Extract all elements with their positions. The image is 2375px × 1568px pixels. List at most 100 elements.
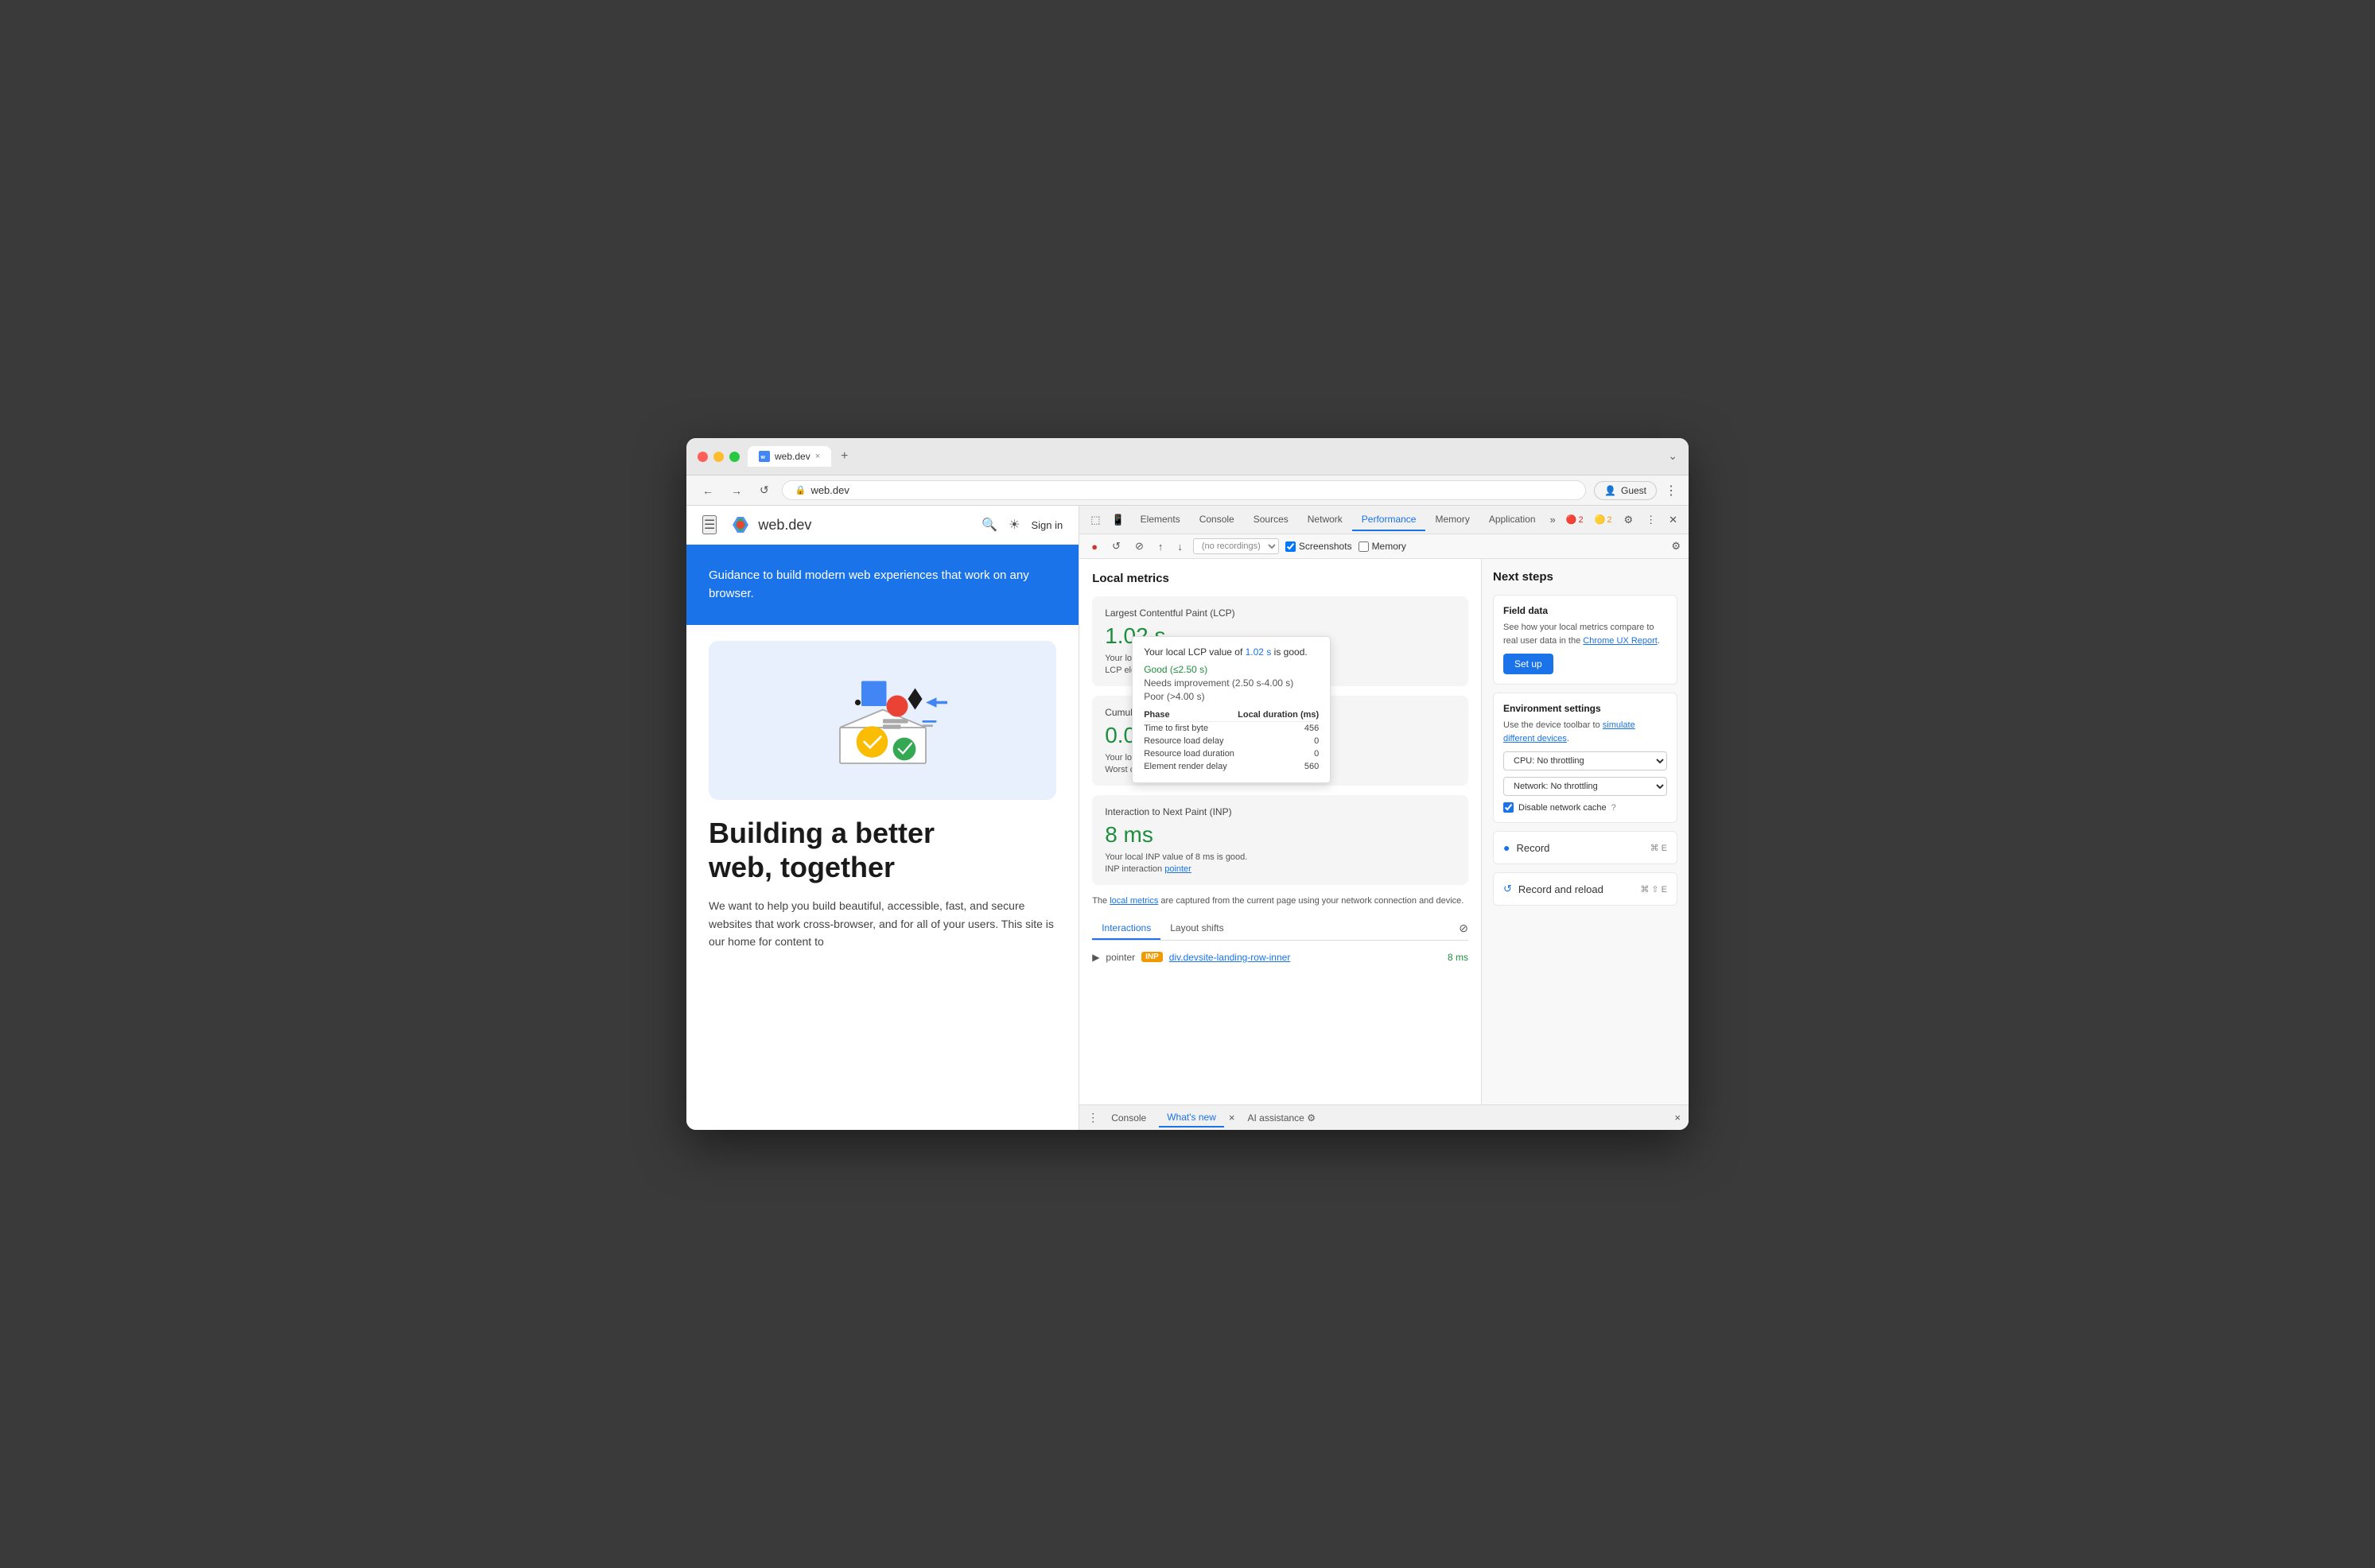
interaction-row: ▶ pointer INP div.devsite-landing-row-in…: [1092, 947, 1468, 968]
network-select[interactable]: Network: No throttling: [1503, 777, 1667, 796]
hamburger-button[interactable]: ☰: [702, 515, 717, 534]
profile-button[interactable]: 👤 Guest: [1594, 481, 1657, 500]
inp-badge: INP: [1141, 952, 1163, 962]
devtools-device-button[interactable]: 📱: [1106, 510, 1129, 530]
cpu-select[interactable]: CPU: No throttling: [1503, 751, 1667, 770]
screenshots-checkbox[interactable]: [1285, 541, 1296, 552]
devtools-inspect-button[interactable]: ⬚: [1086, 510, 1105, 530]
close-button[interactable]: [698, 452, 708, 462]
memory-checkbox[interactable]: [1359, 541, 1369, 552]
window-chevron-button[interactable]: ⌄: [1668, 449, 1677, 463]
secure-icon: 🔒: [795, 485, 807, 495]
devtools-close-button[interactable]: ✕: [1664, 510, 1682, 530]
inp-desc: Your local INP value of 8 ms is good.: [1105, 852, 1456, 862]
search-icon[interactable]: 🔍: [981, 517, 997, 533]
record-perf-button[interactable]: ●: [1087, 538, 1102, 555]
settings-button[interactable]: ⚙: [1619, 510, 1638, 530]
bottom-close-all-button[interactable]: ×: [1674, 1112, 1681, 1124]
inp-element: INP interaction pointer: [1105, 864, 1456, 874]
devtools-more-button[interactable]: ⋮: [1641, 510, 1661, 530]
simulate-devices-link[interactable]: simulate different devices: [1503, 720, 1635, 743]
tab-network[interactable]: Network: [1298, 509, 1352, 531]
tooltip-row-erd: Element render delay560: [1144, 760, 1319, 773]
tooltip-title: Your local LCP value of 1.02 s is good.: [1144, 646, 1319, 658]
main-content: ☰ web.dev 🔍 ☀ Sign in Guidance t: [686, 506, 1689, 1130]
record-reload-card[interactable]: ↺ Record and reload ⌘ ⇧ E: [1493, 872, 1677, 906]
more-tabs-button[interactable]: »: [1545, 510, 1561, 529]
maximize-button[interactable]: [729, 452, 740, 462]
tab-performance[interactable]: Performance: [1352, 509, 1426, 531]
devtools-tabs: Elements Console Sources Network Perform…: [1131, 509, 1561, 531]
site-illustration: [709, 641, 1056, 800]
theme-icon[interactable]: ☀: [1009, 517, 1020, 533]
tab-bar: w web.dev × +: [748, 446, 1660, 467]
clear-perf-button[interactable]: ⊘: [1131, 538, 1148, 555]
interaction-element-link[interactable]: div.devsite-landing-row-inner: [1169, 952, 1441, 963]
bottom-menu-button[interactable]: ⋮: [1087, 1111, 1098, 1124]
perf-settings-button[interactable]: ⚙: [1671, 540, 1681, 553]
record-reload-shortcut: ⌘ ⇧ E: [1640, 884, 1667, 895]
record-card[interactable]: ● Record ⌘ E: [1493, 831, 1677, 864]
back-button[interactable]: ←: [698, 483, 718, 499]
record-shortcut: ⌘ E: [1650, 843, 1667, 853]
site-body-text: We want to help you build beautiful, acc…: [686, 897, 1079, 950]
cache-help-icon[interactable]: ?: [1611, 803, 1616, 813]
tooltip-row-rld: Resource load delay0: [1144, 735, 1319, 747]
recordings-select[interactable]: (no recordings): [1193, 538, 1279, 554]
address-input[interactable]: 🔒 web.dev: [782, 480, 1586, 500]
whats-new-close-button[interactable]: ×: [1229, 1112, 1235, 1124]
reload-perf-button[interactable]: ↺: [1108, 538, 1125, 555]
sign-in-button[interactable]: Sign in: [1031, 519, 1063, 531]
window-controls: ⌄: [1668, 449, 1677, 464]
devtools-area: ⬚ 📱 Elements Console Sources Network Per…: [1079, 506, 1689, 1130]
env-settings: CPU: No throttling Network: No throttlin…: [1503, 751, 1667, 813]
svg-text:w: w: [760, 455, 766, 460]
record-reload-label: Record and reload: [1518, 883, 1634, 895]
bottom-whats-new-tab[interactable]: What's new: [1159, 1108, 1224, 1127]
title-bar: w web.dev × + ⌄: [686, 438, 1689, 475]
tab-console[interactable]: Console: [1190, 509, 1244, 531]
interactions-tab[interactable]: Interactions: [1092, 918, 1160, 940]
tooltip-col-duration: Local duration (ms): [1236, 708, 1319, 722]
bottom-console-tab[interactable]: Console: [1103, 1109, 1154, 1127]
minimize-button[interactable]: [713, 452, 724, 462]
forward-button[interactable]: →: [726, 483, 747, 499]
address-text: web.dev: [810, 484, 849, 496]
tab-application[interactable]: Application: [1479, 509, 1545, 531]
cpu-row: CPU: No throttling: [1503, 751, 1667, 770]
download-perf-button[interactable]: ↓: [1173, 538, 1187, 555]
lcp-card: Largest Contentful Paint (LCP) 1.02 s Yo…: [1092, 596, 1468, 686]
tab-sources[interactable]: Sources: [1244, 509, 1298, 531]
more-options-button[interactable]: ⋮: [1665, 483, 1677, 499]
new-tab-button[interactable]: +: [834, 446, 854, 467]
memory-checkbox-label[interactable]: Memory: [1359, 541, 1406, 552]
lcp-name: Largest Contentful Paint (LCP): [1105, 607, 1456, 619]
perf-toolbar: ● ↺ ⊘ ↑ ↓ (no recordings) Screenshots Me…: [1079, 534, 1689, 559]
active-tab[interactable]: w web.dev ×: [748, 446, 831, 467]
interactions-filter-icon[interactable]: ⊘: [1459, 922, 1468, 935]
upload-perf-button[interactable]: ↑: [1154, 538, 1168, 555]
refresh-button[interactable]: ↺: [755, 482, 774, 499]
next-steps-title: Next steps: [1493, 570, 1677, 584]
screenshots-checkbox-label[interactable]: Screenshots: [1285, 541, 1352, 552]
env-settings-card: Environment settings Use the device tool…: [1493, 693, 1677, 823]
setup-button[interactable]: Set up: [1503, 654, 1553, 674]
tab-favicon: w: [759, 451, 770, 462]
chrome-ux-link[interactable]: Chrome UX Report: [1583, 636, 1658, 646]
tab-elements[interactable]: Elements: [1131, 509, 1190, 531]
website-area: ☰ web.dev 🔍 ☀ Sign in Guidance t: [686, 506, 1079, 1130]
tooltip-row-ttfb: Time to first byte456: [1144, 722, 1319, 735]
expand-icon[interactable]: ▶: [1092, 952, 1099, 963]
error-badge: 🔴 2: [1562, 513, 1588, 526]
cache-checkbox[interactable]: [1503, 802, 1514, 813]
interactions-tabs: Interactions Layout shifts ⊘: [1092, 918, 1468, 941]
cache-row: Disable network cache ?: [1503, 802, 1667, 813]
inp-pointer-link[interactable]: pointer: [1164, 864, 1191, 874]
metrics-panel: Local metrics Largest Contentful Paint (…: [1079, 559, 1482, 1104]
tab-memory[interactable]: Memory: [1425, 509, 1479, 531]
layout-shifts-tab[interactable]: Layout shifts: [1160, 918, 1233, 940]
bottom-ai-tab[interactable]: AI assistance ⚙: [1239, 1109, 1323, 1127]
field-data-desc: See how your local metrics compare to re…: [1503, 621, 1667, 647]
tab-close-icon[interactable]: ×: [815, 452, 820, 461]
local-metrics-link[interactable]: local metrics: [1110, 896, 1158, 906]
